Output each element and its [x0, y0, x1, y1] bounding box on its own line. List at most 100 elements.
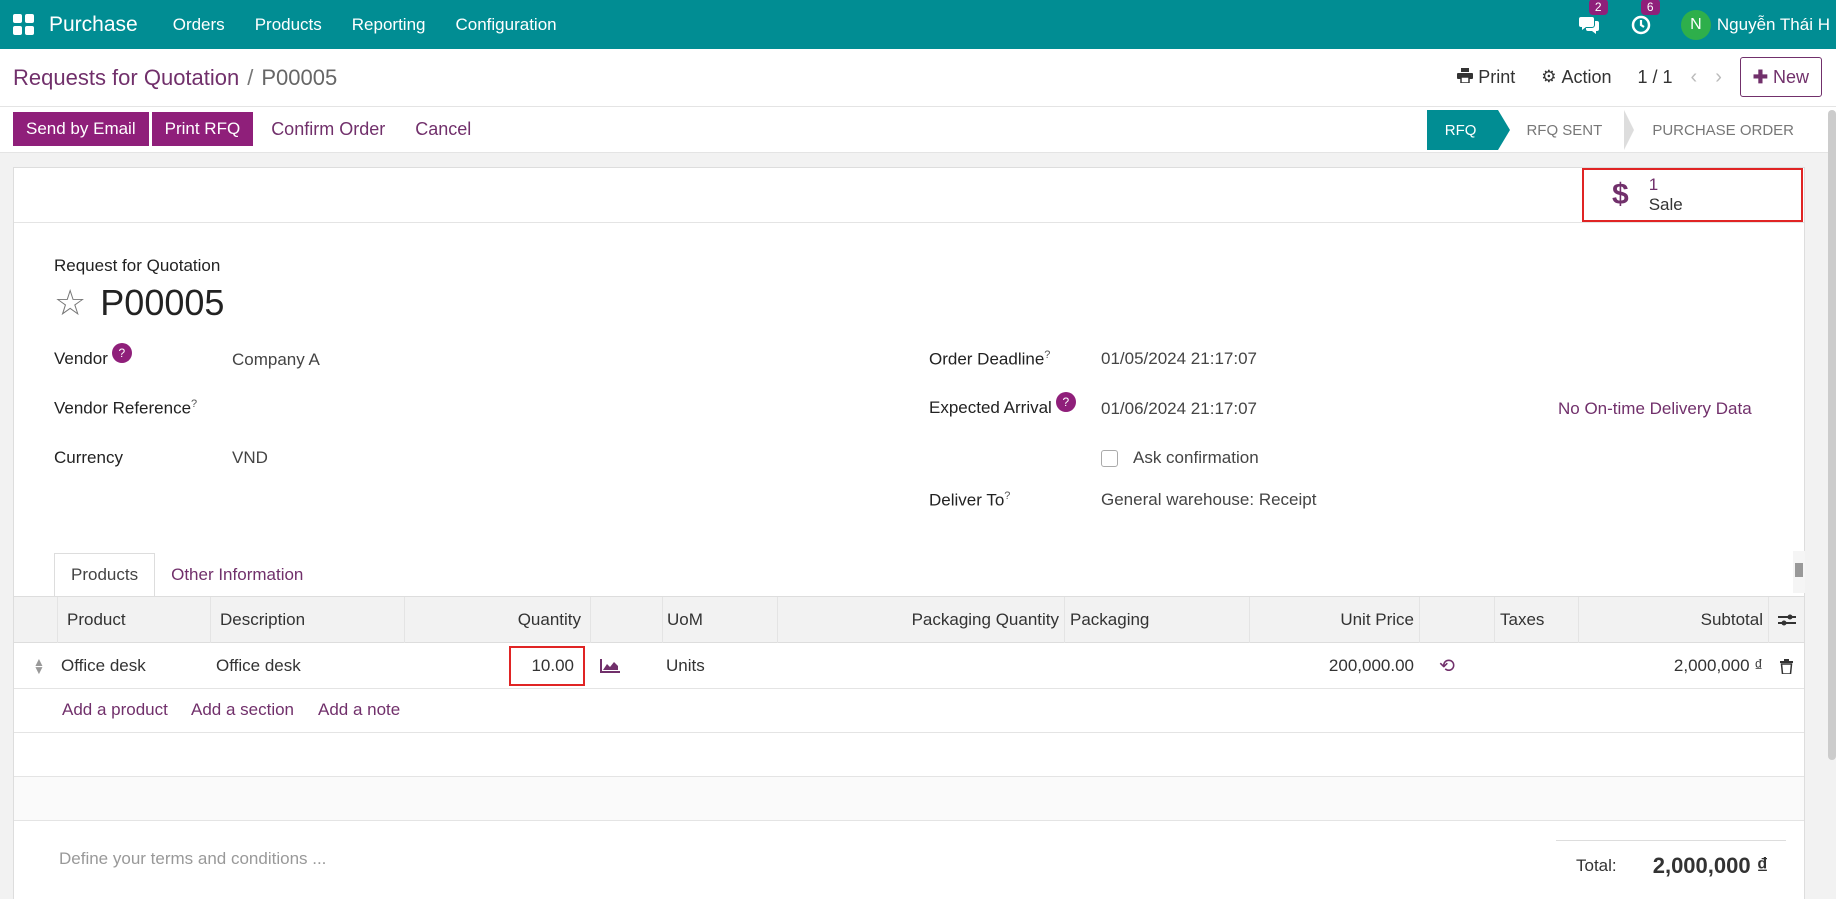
order-deadline-label: Order Deadline?: [929, 349, 1051, 369]
add-line-row: Add a product Add a section Add a note: [14, 689, 1804, 733]
help-icon[interactable]: ?: [1055, 392, 1076, 412]
printer-icon: [1457, 67, 1474, 88]
action-button[interactable]: ⚙ Action: [1541, 67, 1611, 88]
send-by-email-button[interactable]: Send by Email: [13, 112, 149, 146]
pager-value[interactable]: 1 / 1: [1638, 67, 1673, 88]
gear-icon: ⚙: [1541, 67, 1557, 86]
cell-description[interactable]: Office desk: [216, 643, 301, 689]
tab-other-information[interactable]: Other Information: [155, 553, 319, 597]
star-icon[interactable]: ☆: [54, 285, 86, 321]
col-price-reset: [1419, 597, 1494, 643]
apps-menu-icon[interactable]: [13, 13, 35, 36]
print-label: Print: [1478, 66, 1516, 87]
add-note-link[interactable]: Add a note: [318, 700, 400, 720]
col-taxes[interactable]: Taxes: [1494, 597, 1578, 643]
tab-products[interactable]: Products: [54, 553, 156, 597]
empty-row: [14, 733, 1804, 777]
chat-icon[interactable]: 2: [1577, 0, 1608, 37]
chevron-left-icon[interactable]: ‹: [1691, 66, 1698, 89]
total-value: 2,000,000 ₫: [1652, 853, 1768, 878]
app-brand[interactable]: Purchase: [49, 13, 138, 37]
cell-uom[interactable]: Units: [666, 643, 705, 689]
col-description[interactable]: Description: [210, 597, 390, 643]
scroll-thumb[interactable]: [1795, 563, 1803, 577]
drag-handle-icon[interactable]: ▲ ▼: [32, 643, 46, 689]
action-label: Action: [1561, 66, 1612, 87]
ask-confirmation-checkbox[interactable]: [1101, 449, 1118, 467]
total-label: Total:: [1576, 856, 1617, 875]
col-quantity[interactable]: Quantity: [404, 597, 590, 643]
order-deadline-input[interactable]: 01/05/2024 21:17:07: [1101, 349, 1257, 369]
activity-clock-icon[interactable]: 6: [1629, 0, 1660, 37]
vendor-reference-label: Vendor Reference?: [54, 398, 198, 418]
breadcrumb-current: P00005: [261, 65, 338, 90]
sale-count: 1: [1648, 175, 1659, 194]
cell-unit-price[interactable]: 200,000.00: [1249, 643, 1414, 689]
cancel-button[interactable]: Cancel: [400, 112, 486, 146]
stage-pipeline: RFQ RFQ SENT PURCHASE ORDER: [1426, 110, 1816, 150]
deliver-to-input[interactable]: General warehouse: Receipt: [1101, 490, 1316, 510]
reset-price-icon[interactable]: ⟲: [1427, 643, 1467, 689]
order-deadline-field: Order Deadline? 01/05/2024 21:17:07: [929, 349, 1729, 370]
col-product[interactable]: Product: [57, 597, 189, 643]
add-product-link[interactable]: Add a product: [62, 700, 168, 720]
activity-count-badge: 6: [1640, 0, 1660, 15]
dollar-icon: $: [1612, 178, 1629, 211]
new-label: New: [1772, 66, 1809, 87]
currency-label: Currency: [54, 448, 123, 467]
ask-confirmation-label: Ask confirmation: [1133, 448, 1259, 467]
print-rfq-button[interactable]: Print RFQ: [151, 112, 254, 146]
menu-reporting[interactable]: Reporting: [352, 15, 426, 35]
col-uom[interactable]: UoM: [662, 597, 777, 643]
on-time-delivery-link[interactable]: No On-time Delivery Data: [1558, 399, 1752, 419]
page-scrollbar[interactable]: [1828, 110, 1836, 760]
breadcrumb-parent[interactable]: Requests for Quotation: [13, 65, 239, 90]
notebook-tabs: Products Other Information: [54, 553, 319, 597]
currency-input[interactable]: VND: [232, 448, 268, 468]
menu-orders[interactable]: Orders: [173, 15, 225, 35]
empty-row: [14, 777, 1804, 821]
chevron-right-icon[interactable]: ›: [1715, 66, 1722, 89]
top-navbar: Purchase Orders Products Reporting Confi…: [0, 0, 1836, 49]
cell-product[interactable]: Office desk: [61, 643, 146, 689]
cell-subtotal: 2,000,000 ₫: [1673, 656, 1763, 675]
trash-icon[interactable]: [1768, 643, 1804, 689]
help-icon[interactable]: ?: [111, 343, 132, 363]
confirm-order-button[interactable]: Confirm Order: [256, 112, 400, 146]
col-subtotal[interactable]: Subtotal: [1578, 597, 1768, 643]
user-avatar[interactable]: N: [1680, 9, 1711, 40]
list-scrollbar[interactable]: [1793, 551, 1805, 593]
sale-smart-button[interactable]: $ 1 Sale: [1582, 168, 1803, 222]
column-settings-icon[interactable]: [1768, 597, 1804, 643]
new-button[interactable]: ✚ New: [1739, 57, 1822, 97]
page-title: P00005: [100, 282, 225, 323]
col-unit-price[interactable]: Unit Price: [1249, 597, 1419, 643]
add-section-link[interactable]: Add a section: [191, 700, 294, 720]
table-row[interactable]: ▲ ▼ Office desk Office desk 10.00 Units 2…: [14, 643, 1804, 689]
expected-arrival-input[interactable]: 01/06/2024 21:17:07: [1101, 399, 1257, 419]
stage-rfq[interactable]: RFQ: [1426, 110, 1511, 150]
cell-quantity[interactable]: 10.00: [509, 646, 585, 686]
form-sheet: $ 1 Sale Request for Quotation ☆ P00005 …: [13, 167, 1805, 899]
vendor-reference-field: Vendor Reference?: [54, 398, 197, 419]
status-bar: Send by Email Print RFQ Confirm Order Ca…: [0, 107, 1836, 153]
expected-arrival-label: Expected Arrival?: [929, 392, 1076, 419]
vendor-field: Vendor? Company A: [54, 343, 754, 370]
vendor-input[interactable]: Company A: [232, 350, 320, 370]
stage-purchase-order[interactable]: PURCHASE ORDER: [1624, 110, 1816, 150]
order-lines-table: Product Description Quantity UoM Packagi…: [14, 597, 1804, 821]
breadcrumb: Requests for Quotation / P00005: [13, 65, 337, 91]
stage-rfq-sent[interactable]: RFQ SENT: [1498, 110, 1635, 150]
tooltip-mark: ?: [191, 398, 198, 410]
col-packaging-quantity[interactable]: Packaging Quantity: [777, 597, 1064, 643]
expected-arrival-field: Expected Arrival? 01/06/2024 21:17:07 No…: [929, 392, 1769, 419]
forecast-chart-icon[interactable]: [590, 643, 630, 689]
plus-icon: ✚: [1752, 66, 1768, 87]
menu-products[interactable]: Products: [255, 15, 322, 35]
terms-input[interactable]: Define your terms and conditions ...: [59, 849, 326, 869]
menu-configuration[interactable]: Configuration: [456, 15, 557, 35]
col-packaging[interactable]: Packaging: [1064, 597, 1249, 643]
col-forecast: [590, 597, 662, 643]
print-button[interactable]: Print: [1457, 67, 1515, 88]
user-name[interactable]: Nguyễn Thái H: [1717, 15, 1830, 35]
